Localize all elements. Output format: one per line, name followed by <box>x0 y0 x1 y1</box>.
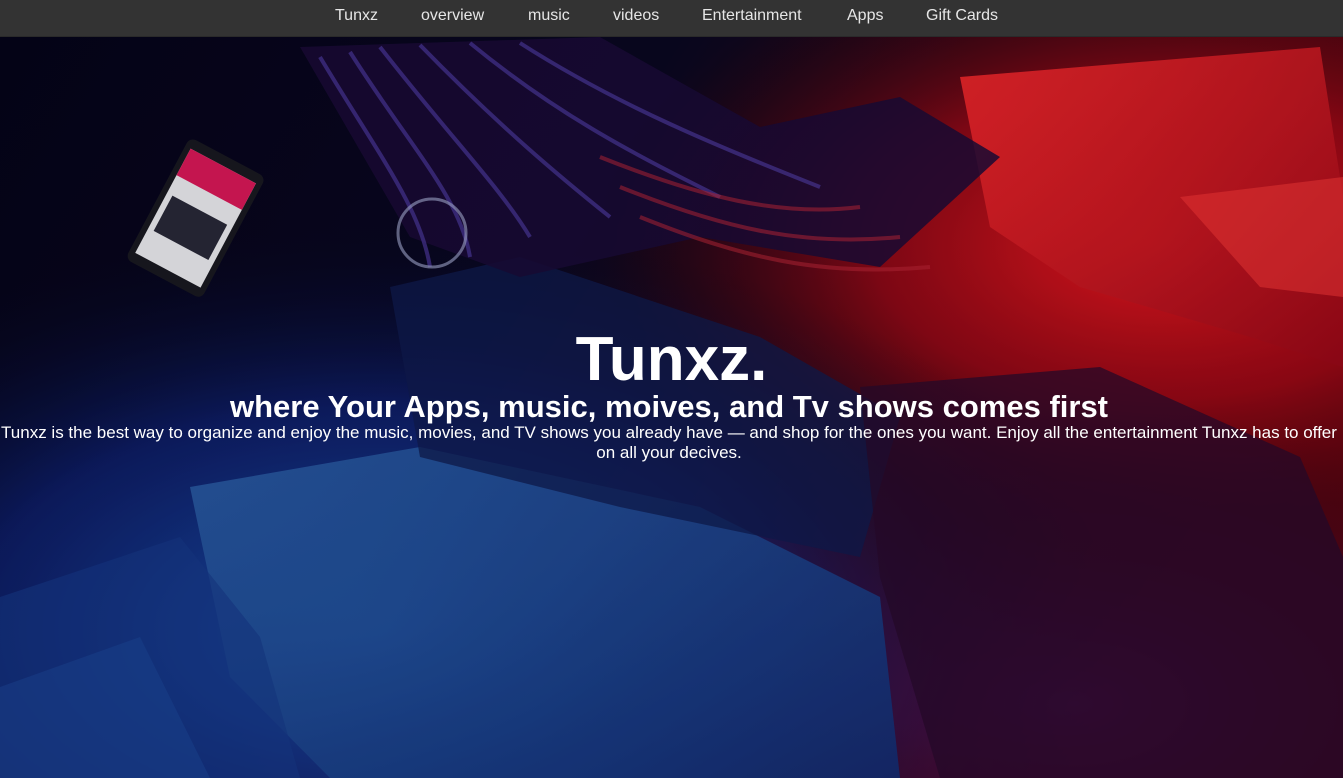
hero-subtitle: where Your Apps, music, moives, and Tv s… <box>229 389 1109 424</box>
top-navigation-bar: Tunxz overview music videos Entertainmen… <box>0 0 1343 37</box>
hero-description: Tunxz is the best way to organize and en… <box>1 423 1337 462</box>
nav-link-music[interactable]: music <box>528 0 570 32</box>
hero-section: Tunxz. where Your Apps, music, moives, a… <box>0 37 1343 778</box>
nav-link-gift-cards[interactable]: Gift Cards <box>926 0 998 32</box>
nav-link-apps[interactable]: Apps <box>847 0 883 32</box>
nav-link-overview[interactable]: overview <box>421 0 484 32</box>
nav-link-entertainment[interactable]: Entertainment <box>702 0 802 32</box>
nav-link-tunxz[interactable]: Tunxz <box>335 0 378 32</box>
hero-title: Tunxz. <box>575 325 768 394</box>
nav-link-videos[interactable]: videos <box>613 0 659 32</box>
